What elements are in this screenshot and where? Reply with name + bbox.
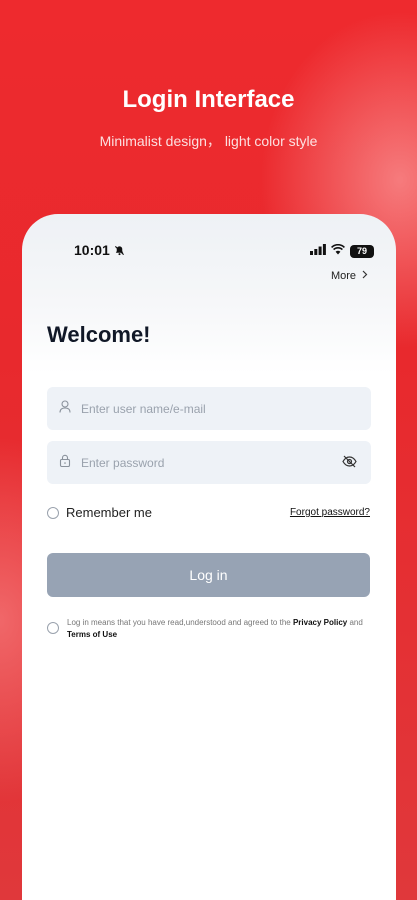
username-input[interactable] bbox=[79, 400, 323, 417]
agreement-radio-icon[interactable] bbox=[47, 622, 59, 634]
agreement-and: and bbox=[347, 618, 363, 627]
more-label: More bbox=[330, 270, 356, 282]
signal-icon bbox=[310, 242, 326, 260]
status-icons: 79 bbox=[310, 242, 374, 260]
username-field[interactable] bbox=[47, 387, 371, 430]
hero-subtitle: Minimalist design， light color style bbox=[99, 133, 318, 149]
welcome-heading: Welcome! bbox=[47, 322, 151, 347]
eye-off-icon[interactable] bbox=[342, 455, 357, 473]
bell-off-icon bbox=[114, 242, 125, 258]
remember-radio-icon[interactable] bbox=[47, 506, 59, 519]
more-link[interactable]: More bbox=[331, 270, 368, 282]
password-field[interactable] bbox=[47, 441, 371, 484]
wifi-icon bbox=[331, 242, 345, 260]
login-button[interactable]: Log in bbox=[47, 553, 370, 597]
agreement-row: Log in means that you have read,understo… bbox=[47, 617, 371, 641]
forgot-password-link[interactable]: Forgot password? bbox=[290, 507, 370, 518]
agreement-prefix: Log in means that you have read,understo… bbox=[67, 618, 293, 627]
terms-of-use-link[interactable]: Terms of Use bbox=[67, 630, 117, 639]
chevron-right-icon bbox=[362, 270, 368, 282]
remember-label: Remember me bbox=[66, 505, 152, 520]
lock-icon bbox=[59, 454, 71, 472]
status-time-text: 10:01 bbox=[74, 242, 110, 258]
agreement-text: Log in means that you have read,understo… bbox=[67, 617, 371, 641]
phone-screen: 10:01 79 More Welcome! Enter user name/e… bbox=[22, 214, 396, 900]
privacy-policy-link[interactable]: Privacy Policy bbox=[293, 618, 347, 627]
password-input[interactable] bbox=[79, 454, 323, 471]
status-time: 10:01 bbox=[74, 242, 125, 258]
battery-icon: 79 bbox=[350, 244, 374, 258]
remember-me-checkbox[interactable]: Remember me bbox=[47, 505, 152, 520]
hero-title: Login Interface bbox=[122, 86, 295, 113]
user-icon bbox=[59, 399, 71, 418]
